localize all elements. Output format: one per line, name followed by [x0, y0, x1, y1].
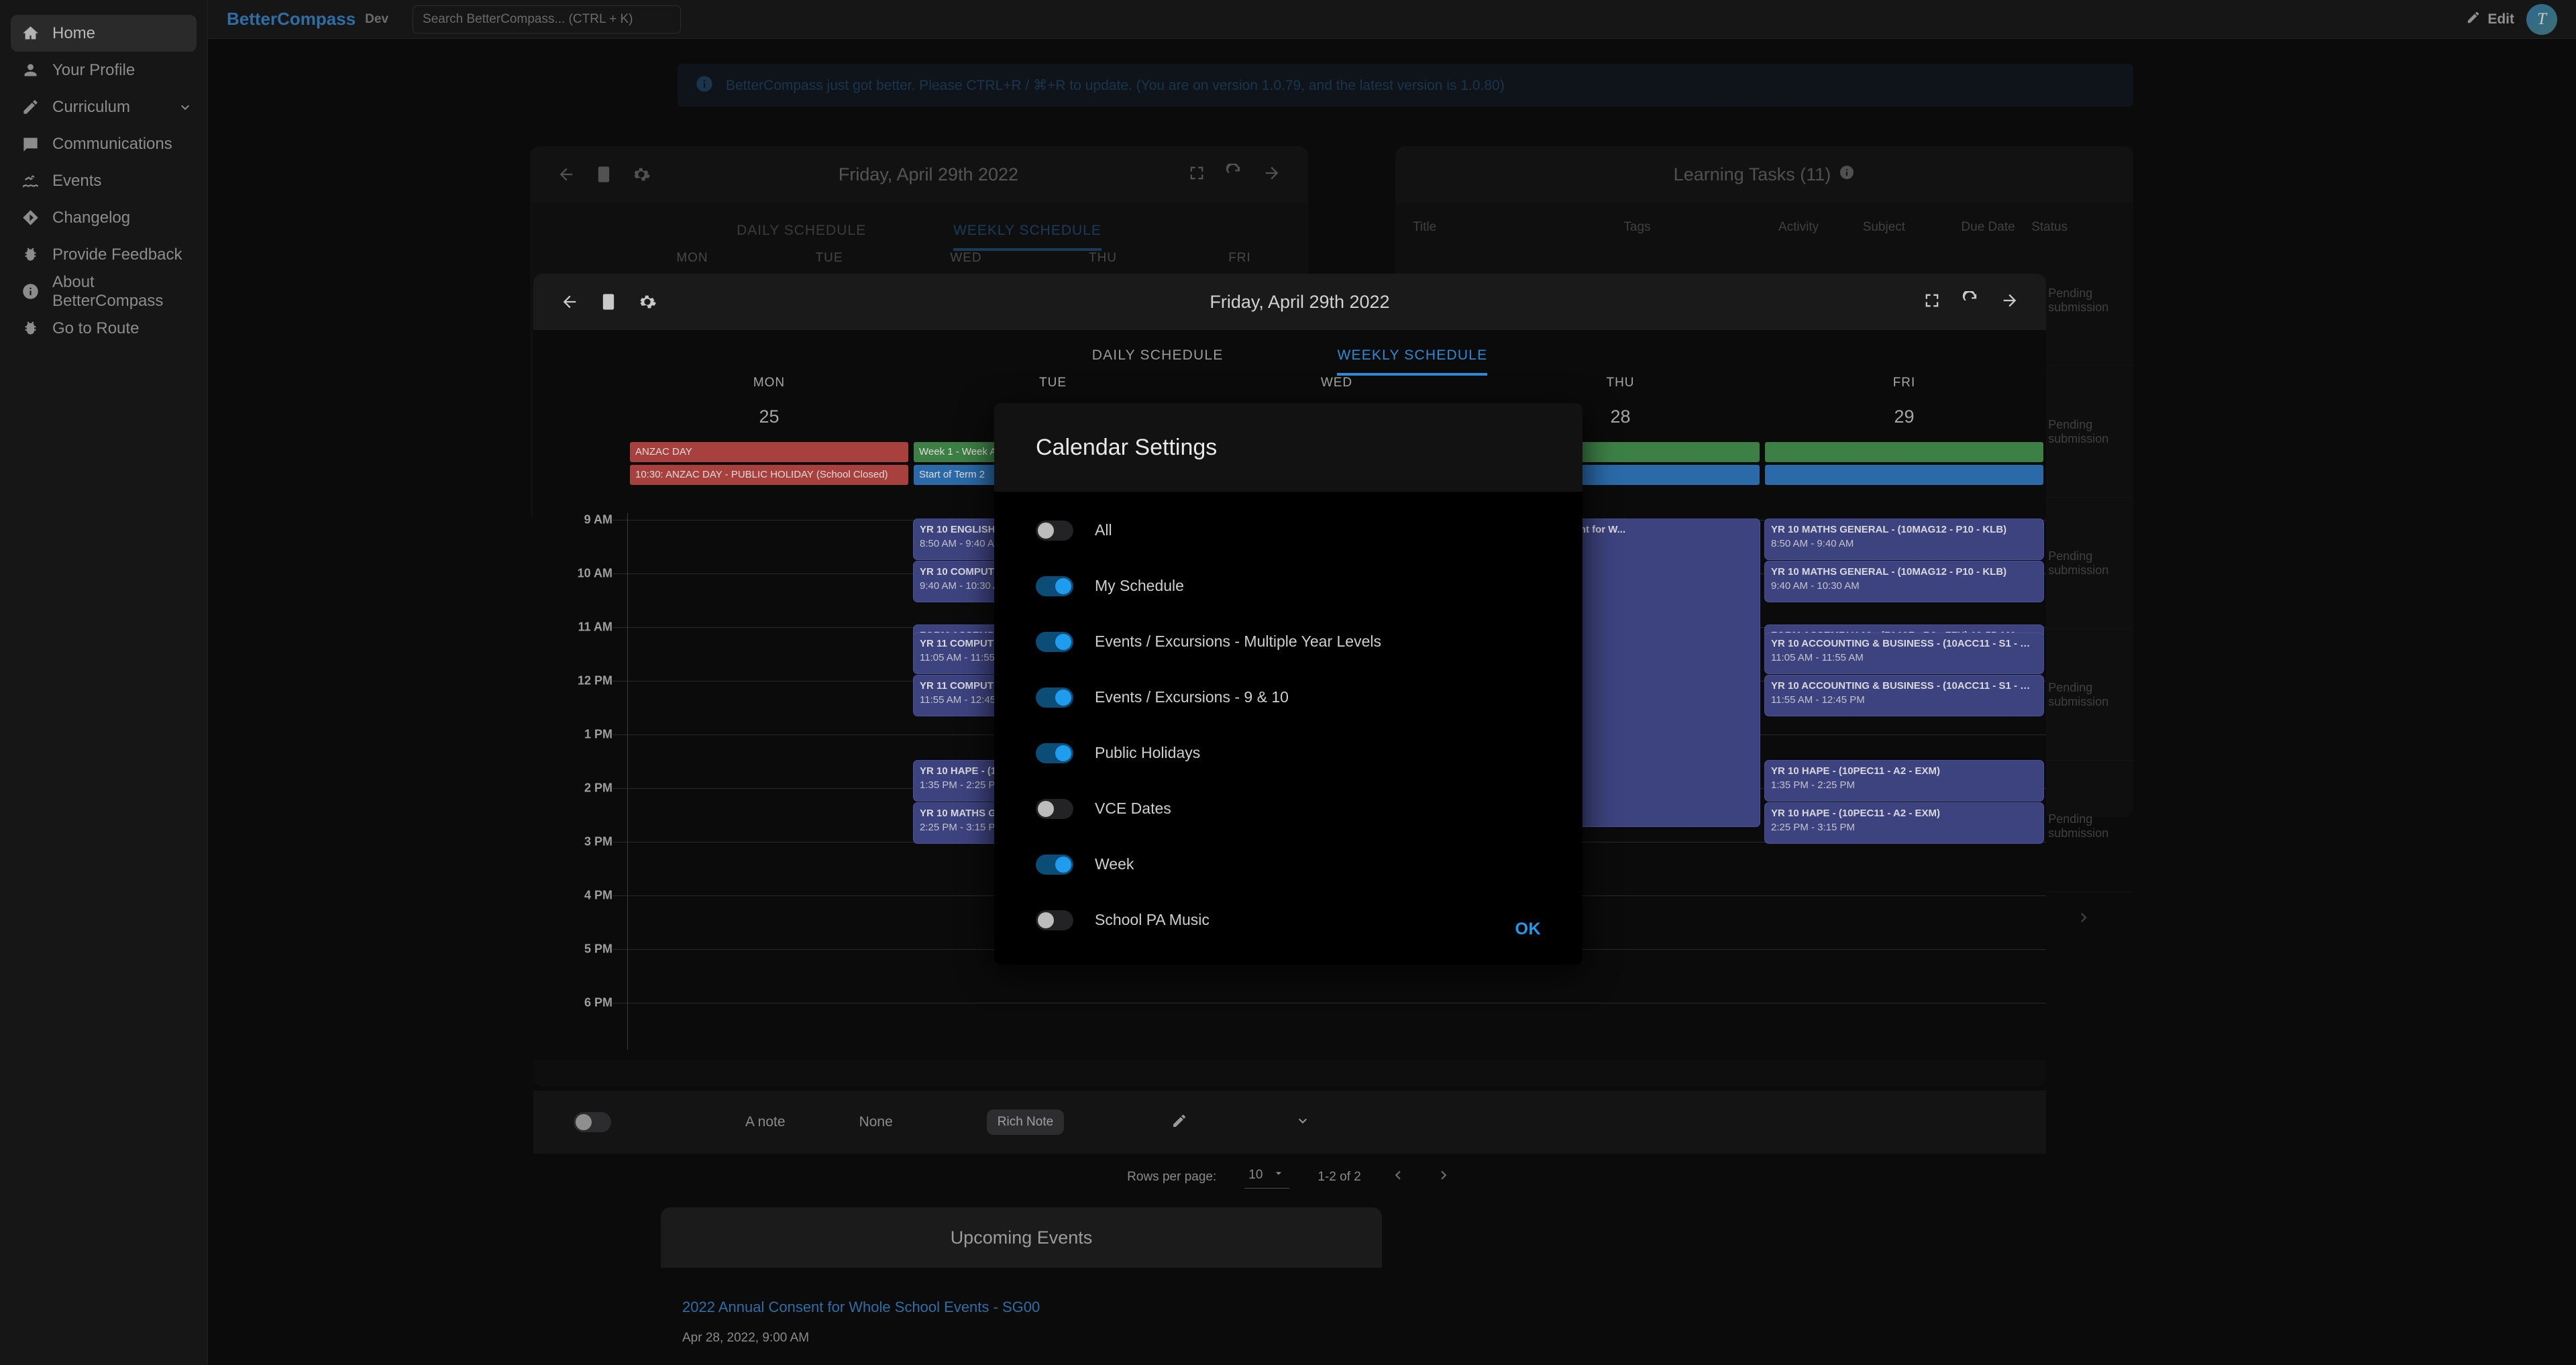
- toggle-all[interactable]: [1036, 520, 1073, 541]
- toggle-events-excursions-multiple-year-levels[interactable]: [1036, 631, 1073, 652]
- toggle-vce-dates[interactable]: [1036, 798, 1073, 819]
- calendar-settings-dialog: Calendar Settings All My Schedule Events /…: [994, 403, 1582, 965]
- toggle-my-schedule[interactable]: [1036, 576, 1073, 596]
- toggle-events-excursions-9-10[interactable]: [1036, 687, 1073, 708]
- modal-footer: OK: [994, 893, 1582, 965]
- calendar-filter-row: My Schedule: [1036, 558, 1541, 614]
- calendar-filter-row: Week: [1036, 836, 1541, 892]
- toggle-label: VCE Dates: [1095, 800, 1171, 817]
- calendar-filter-list: All My Schedule Events / Excursions - Mult…: [994, 492, 1582, 948]
- toggle-week[interactable]: [1036, 854, 1073, 875]
- toggle-label: My Schedule: [1095, 577, 1184, 594]
- calendar-filter-row: Events / Excursions - Multiple Year Leve…: [1036, 614, 1541, 669]
- calendar-filter-row: Events / Excursions - 9 & 10: [1036, 669, 1541, 725]
- modal-title: Calendar Settings: [1036, 434, 1218, 460]
- ok-button[interactable]: OK: [1515, 920, 1542, 939]
- toggle-label: Events / Excursions - 9 & 10: [1095, 688, 1289, 706]
- calendar-filter-row: Public Holidays: [1036, 725, 1541, 781]
- toggle-public-holidays[interactable]: [1036, 743, 1073, 763]
- calendar-filter-row: All: [1036, 502, 1541, 558]
- toggle-label: All: [1095, 521, 1112, 539]
- toggle-label: Events / Excursions - Multiple Year Leve…: [1095, 633, 1381, 650]
- calendar-filter-row: VCE Dates: [1036, 781, 1541, 836]
- modal-header: Calendar Settings: [994, 403, 1582, 492]
- toggle-label: Week: [1095, 855, 1134, 873]
- toggle-label: Public Holidays: [1095, 744, 1201, 761]
